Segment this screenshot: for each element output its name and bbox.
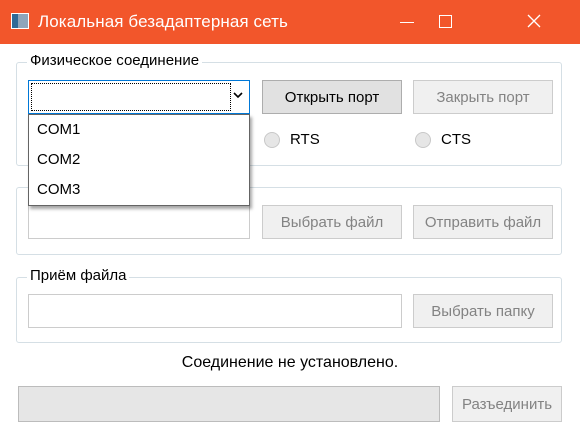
open-port-button[interactable]: Открыть порт xyxy=(262,80,402,114)
send-file-path-field[interactable] xyxy=(28,205,250,239)
choose-folder-button[interactable]: Выбрать папку xyxy=(413,294,553,328)
minimize-icon[interactable] xyxy=(384,0,430,44)
window-title: Локальная безадаптерная сеть xyxy=(38,12,288,31)
cts-indicator xyxy=(415,132,431,148)
close-port-button[interactable]: Закрыть порт xyxy=(413,80,553,114)
title-bar: Локальная безадаптерная сеть xyxy=(0,0,580,44)
port-select[interactable] xyxy=(28,80,250,114)
port-select-value xyxy=(31,83,231,111)
maximize-icon[interactable] xyxy=(430,0,476,44)
rts-label: RTS xyxy=(290,131,320,148)
close-icon[interactable] xyxy=(510,0,556,44)
rts-indicator xyxy=(264,132,280,148)
receive-file-legend: Приём файла xyxy=(27,267,130,284)
disconnect-button[interactable]: Разъединить xyxy=(452,386,562,422)
cts-label: CTS xyxy=(441,131,471,148)
receive-folder-path-field[interactable] xyxy=(28,294,402,328)
connection-status-text: Соединение не установлено. xyxy=(181,354,399,371)
port-option-com2[interactable]: COM2 xyxy=(29,145,249,175)
port-option-com1[interactable]: COM1 xyxy=(29,115,249,145)
chevron-down-icon[interactable] xyxy=(233,91,243,99)
transfer-progress-bar xyxy=(18,386,440,422)
send-file-button[interactable]: Отправить файл xyxy=(413,205,553,239)
port-dropdown-list: COM1 COM2 COM3 xyxy=(28,114,250,206)
app-window-icon xyxy=(11,13,29,29)
physical-connection-legend: Физическое соединение xyxy=(27,52,203,69)
port-option-com3[interactable]: COM3 xyxy=(29,175,249,205)
choose-file-button[interactable]: Выбрать файл xyxy=(262,205,402,239)
